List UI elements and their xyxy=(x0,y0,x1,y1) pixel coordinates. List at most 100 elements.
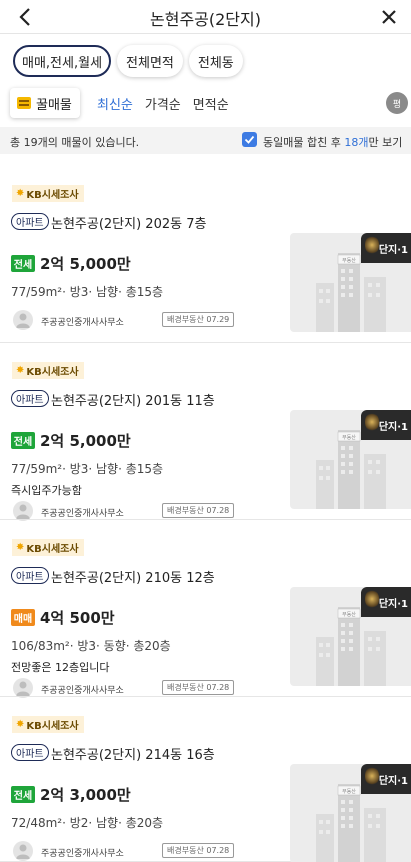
top-bar: 논현주공(2단지) xyxy=(0,0,411,34)
person-icon xyxy=(16,313,30,328)
listing-date: 07.28 xyxy=(206,506,230,515)
source-tag: 배경부동산 07.29 xyxy=(162,312,235,327)
area-filter[interactable]: 전체면적 xyxy=(117,45,183,77)
honey-listing-button[interactable]: 꿀매물 xyxy=(10,88,80,118)
kb-badge-label: KB시세조사 xyxy=(26,544,79,555)
realty-sign: 부동산 xyxy=(342,257,356,264)
listing-price: 2억 5,000만 xyxy=(40,255,131,273)
merge-suffix: 만 보기 xyxy=(368,136,403,149)
photo-glow xyxy=(365,235,379,255)
listing-price: 4억 500만 xyxy=(40,609,115,627)
person-icon xyxy=(16,681,30,696)
property-type-badge: 아파트 xyxy=(11,213,49,230)
agent-avatar xyxy=(13,841,33,861)
source-tag: 배경부동산 07.28 xyxy=(162,680,235,695)
listing-item[interactable]: ✸ KB시세조사 아파트 논현주공(2단지) 201동 11층 전세 2억 5,000만 7… xyxy=(0,343,411,521)
agent-name: 주공공인중개사사무소 xyxy=(41,849,124,859)
merge-checkbox[interactable] xyxy=(242,132,257,147)
listing-thumbnail[interactable]: 부동산 단지·1 xyxy=(290,233,411,332)
honey-label: 꿀매물 xyxy=(36,97,72,113)
photo-glow xyxy=(365,766,379,786)
agent-avatar xyxy=(13,501,33,521)
honey-jar-icon xyxy=(17,97,31,109)
merge-prefix: 동일매물 합친 후 xyxy=(263,136,345,149)
result-summary: 총 19개의 매물이 있습니다. 동일매물 합친 후 18개만 보기 xyxy=(0,127,411,154)
sort-bar: 꿀매물 최신순 가격순 면적순 평 xyxy=(10,88,408,120)
realty-sign: 부동산 xyxy=(342,434,356,441)
listing-title: 논현주공(2단지) 201동 11층 xyxy=(51,394,215,409)
source-name: 배경부동산 xyxy=(167,315,204,324)
kb-badge-label: KB시세조사 xyxy=(26,190,79,201)
filter-chips: 매매,전세,월세 전체면적 전체동 xyxy=(13,45,243,77)
complex-photo-badge: 단지·1 xyxy=(361,587,411,617)
realty-sign: 부동산 xyxy=(342,788,356,795)
listing-date: 07.28 xyxy=(206,846,230,855)
kb-badge: ✸ KB시세조사 xyxy=(12,362,84,379)
listing-title: 논현주공(2단지) 210동 12층 xyxy=(51,571,215,586)
close-icon[interactable] xyxy=(377,5,401,29)
agent-name: 주공공인중개사사무소 xyxy=(41,318,124,328)
listing-title: 논현주공(2단지) 202동 7층 xyxy=(51,217,207,232)
property-type-badge: 아파트 xyxy=(11,744,49,761)
sort-options: 최신순 가격순 면적순 xyxy=(97,94,229,113)
kb-star-icon: ✸ xyxy=(16,188,25,199)
person-icon xyxy=(16,504,30,519)
person-icon xyxy=(16,844,30,859)
pyeong-label: 평 xyxy=(392,99,402,110)
listing-spec: 72/48m²· 방2· 남향· 총20층 xyxy=(11,816,164,830)
listing-thumbnail[interactable]: 부동산 단지·1 xyxy=(290,410,411,509)
listing-item[interactable]: ✸ KB시세조사 아파트 논현주공(2단지) 214동 16층 전세 2억 3,000만 7… xyxy=(0,697,411,862)
complex-photo-badge: 단지·1 xyxy=(361,764,411,794)
listing-thumbnail[interactable]: 부동산 단지·1 xyxy=(290,587,411,686)
kb-badge: ✸ KB시세조사 xyxy=(12,539,84,556)
deal-type-badge: 전세 xyxy=(11,432,35,449)
total-count: 총 19개의 매물이 있습니다. xyxy=(10,136,140,149)
sort-latest[interactable]: 최신순 xyxy=(97,94,133,113)
property-type-badge: 아파트 xyxy=(11,567,49,584)
kb-star-icon: ✸ xyxy=(16,719,25,730)
agent-avatar xyxy=(13,310,33,330)
deal-type-badge: 전세 xyxy=(11,255,35,272)
photo-glow xyxy=(365,589,379,609)
listing-price: 2억 5,000만 xyxy=(40,432,131,450)
photo-glow xyxy=(365,412,379,432)
listing-spec: 77/59m²· 방3· 남향· 총15층 xyxy=(11,462,164,476)
deal-type-badge: 전세 xyxy=(11,786,35,803)
check-icon xyxy=(244,135,255,144)
source-tag: 배경부동산 07.28 xyxy=(162,843,235,858)
page-title: 논현주공(2단지) xyxy=(150,10,261,29)
agent-name: 주공공인중개사사무소 xyxy=(41,509,124,519)
listing-thumbnail[interactable]: 부동산 단지·1 xyxy=(290,764,411,862)
sort-price[interactable]: 가격순 xyxy=(145,94,181,113)
listing-spec: 77/59m²· 방3· 남향· 총15층 xyxy=(11,285,164,299)
deal-type-badge: 매매 xyxy=(11,609,35,626)
source-name: 배경부동산 xyxy=(167,506,204,515)
listing-description: 즉시입주가능함 xyxy=(11,484,82,497)
listing-date: 07.28 xyxy=(206,683,230,692)
merge-count: 18개 xyxy=(344,136,369,149)
source-name: 배경부동산 xyxy=(167,683,204,692)
listing-title: 논현주공(2단지) 214동 16층 xyxy=(51,748,215,763)
source-tag: 배경부동산 07.28 xyxy=(162,503,235,518)
building-filter[interactable]: 전체동 xyxy=(188,45,243,77)
complex-photo-badge: 단지·1 xyxy=(361,410,411,440)
complex-label: 단지·1 xyxy=(378,598,408,610)
kb-star-icon: ✸ xyxy=(16,542,25,553)
complex-photo-badge: 단지·1 xyxy=(361,233,411,263)
listing-item[interactable]: ✸ KB시세조사아파트 논현주공(2단지) 202동 7층전세 2억 5,000만 77… xyxy=(0,166,411,343)
source-name: 배경부동산 xyxy=(167,846,204,855)
deal-type-filter[interactable]: 매매,전세,월세 xyxy=(13,45,112,77)
kb-badge-label: KB시세조사 xyxy=(26,367,79,378)
agent-name: 주공공인중개사사무소 xyxy=(41,686,124,696)
sort-area[interactable]: 면적순 xyxy=(193,94,229,113)
agent-avatar xyxy=(13,678,33,698)
merge-label[interactable]: 동일매물 합친 후 18개만 보기 xyxy=(263,134,402,150)
complex-label: 단지·1 xyxy=(378,421,408,433)
listing-date: 07.29 xyxy=(206,315,230,324)
listing-item[interactable]: ✸ KB시세조사 아파트 논현주공(2단지) 210동 12층 매매 4억 500만 106… xyxy=(0,520,411,698)
pyeong-toggle-icon[interactable]: 평 xyxy=(386,92,408,114)
complex-label: 단지·1 xyxy=(378,244,408,256)
kb-star-icon: ✸ xyxy=(16,365,25,376)
kb-badge: ✸ KB시세조사 xyxy=(12,716,84,733)
kb-badge: ✸ KB시세조사 xyxy=(12,185,84,202)
